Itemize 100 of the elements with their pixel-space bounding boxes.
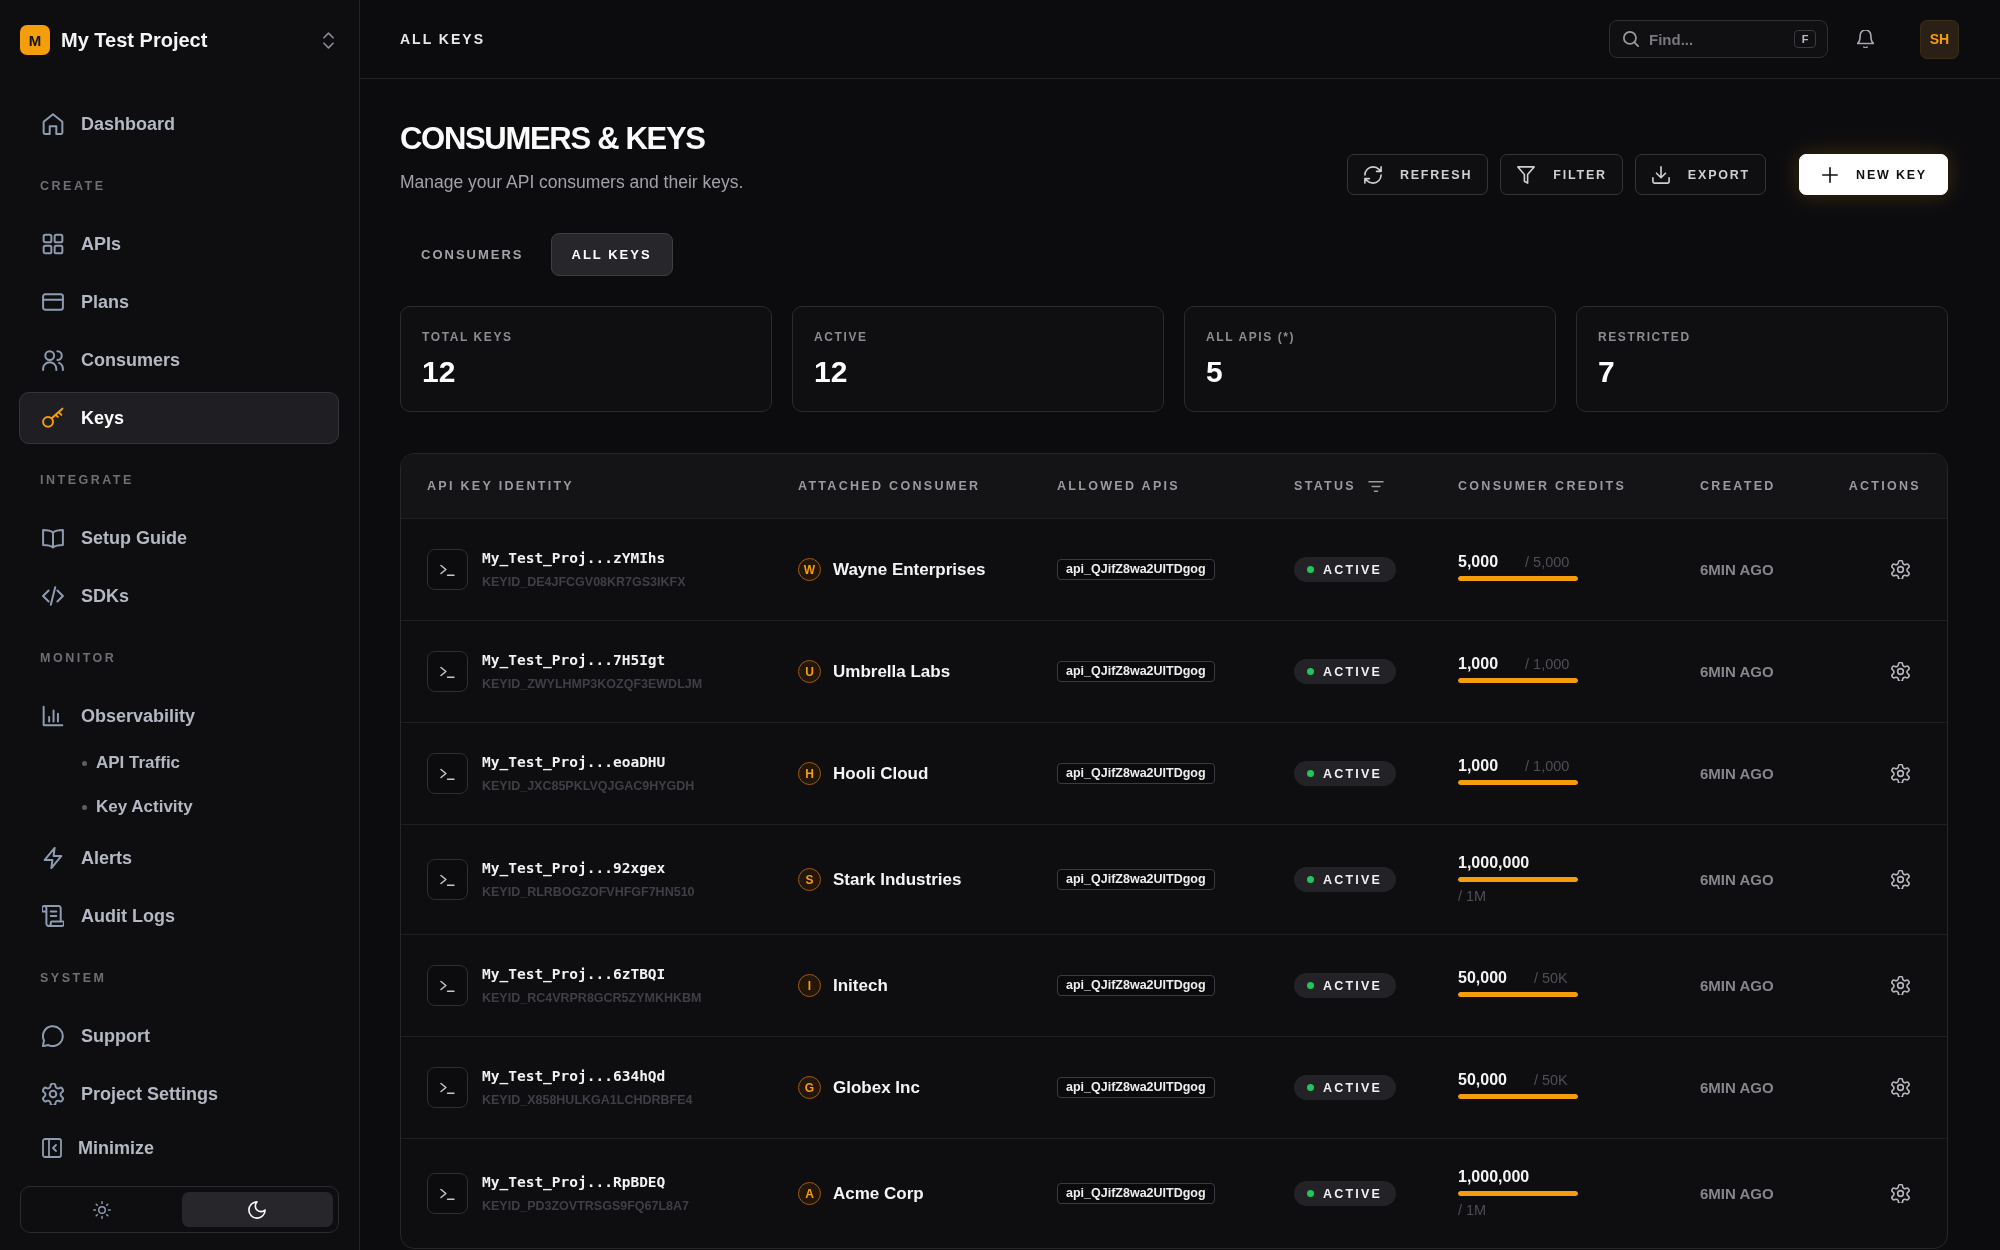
status-dot-icon [1307, 982, 1314, 989]
status-dot-icon [1307, 876, 1314, 883]
nav-item[interactable]: Setup Guide [19, 512, 339, 564]
consumer-avatar: U [798, 660, 821, 683]
section-heading: MONITOR [40, 650, 117, 666]
theme-option[interactable] [181, 1192, 333, 1227]
settings-icon[interactable] [1891, 870, 1910, 889]
shortcut-key: F [1794, 30, 1816, 48]
tab[interactable]: ALL KEYS [550, 233, 673, 276]
nav-item[interactable]: Project Settings [19, 1068, 339, 1120]
plus-icon [1821, 165, 1840, 184]
section-heading: INTEGRATE [40, 472, 134, 488]
project-name: My Test Project [61, 28, 208, 52]
lightning-icon [42, 847, 64, 869]
search-icon [1623, 31, 1639, 47]
status-label: ACTIVE [1323, 978, 1383, 993]
stat-value: 12 [422, 354, 457, 390]
bell-icon[interactable] [1857, 30, 1874, 48]
settings-icon[interactable] [1891, 976, 1910, 995]
book-icon [42, 527, 64, 549]
column-header: API KEY IDENTITY [427, 479, 574, 493]
nav-item[interactable]: Consumers [19, 334, 339, 386]
section-heading: SYSTEM [40, 970, 107, 986]
home-icon [42, 113, 64, 135]
tab[interactable]: CONSUMERS [400, 233, 545, 276]
nav-item[interactable]: SDKs [19, 570, 339, 622]
nav-item[interactable]: Dashboard [19, 98, 339, 150]
credit-amount: 50,000 [1458, 969, 1507, 987]
nav-subitem[interactable]: API Traffic [19, 742, 339, 784]
stat-value: 5 [1206, 354, 1224, 390]
credit-limit: / 1M [1458, 1201, 1487, 1219]
refresh-button[interactable]: REFRESH [1346, 154, 1489, 195]
status-label: ACTIVE [1323, 1080, 1383, 1095]
terminal-icon [427, 651, 468, 692]
column-header: CREATED [1700, 479, 1776, 493]
column-header: ALLOWED APIS [1057, 479, 1180, 493]
status-dot-icon [1307, 566, 1314, 573]
api-tag: api_QJifZ8wa2UITDgog [1057, 661, 1215, 682]
key-name: My_Test_Proj...7H5Igt [482, 651, 667, 670]
code-icon [42, 585, 64, 607]
scroll-icon [42, 905, 64, 927]
status-label: ACTIVE [1323, 1186, 1383, 1201]
nav-item[interactable]: APIs [19, 218, 339, 270]
stat-value: 7 [1598, 354, 1616, 390]
new-key-button[interactable]: NEW KEY [1799, 154, 1948, 195]
user-avatar-button[interactable]: SH [1920, 19, 1959, 59]
minimize-button[interactable]: Minimize [19, 1128, 339, 1168]
key-name: My_Test_Proj...RpBDEQ [482, 1173, 667, 1192]
key-name: My_Test_Proj...634hQd [482, 1067, 667, 1086]
consumer-name: Umbrella Labs [833, 661, 951, 682]
key-name: My_Test_Proj...zYMIhs [482, 549, 667, 568]
credit-limit: / 50K [1533, 969, 1568, 987]
download-icon [1651, 165, 1670, 184]
credit-limit: / 1M [1458, 887, 1487, 905]
bullet-dot-icon [82, 760, 87, 766]
status-label: ACTIVE [1323, 766, 1383, 781]
created-time: 6MIN AGO [1700, 663, 1774, 680]
nav-item[interactable]: Support [19, 1010, 339, 1062]
created-time: 6MIN AGO [1700, 871, 1774, 888]
created-time: 6MIN AGO [1700, 765, 1774, 782]
column-header: STATUS [1294, 479, 1356, 493]
settings-icon[interactable] [1891, 1184, 1910, 1203]
credit-amount: 1,000 [1458, 655, 1499, 673]
created-time: 6MIN AGO [1700, 977, 1774, 994]
created-time: 6MIN AGO [1700, 1185, 1774, 1202]
nav-item[interactable]: Keys [19, 392, 339, 444]
chevron-up-down-icon[interactable] [323, 31, 334, 49]
consumer-avatar: A [798, 1182, 821, 1205]
grid-icon [42, 233, 64, 255]
nav-subitem[interactable]: Key Activity [19, 786, 339, 828]
consumer-avatar: G [798, 1076, 821, 1099]
nav-item[interactable]: Observability [19, 690, 339, 742]
consumer-avatar: W [798, 558, 821, 581]
settings-icon[interactable] [1891, 1078, 1910, 1097]
moon-icon [248, 1200, 267, 1219]
consumer-avatar: S [798, 868, 821, 891]
nav-item[interactable]: Plans [19, 276, 339, 328]
consumer-avatar: I [798, 974, 821, 997]
filter-button[interactable]: FILTER [1500, 154, 1623, 195]
nav-item[interactable]: Alerts [19, 832, 339, 884]
api-tag: api_QJifZ8wa2UITDgog [1057, 1077, 1215, 1098]
sun-icon [92, 1200, 111, 1219]
page-subtitle: Manage your API consumers and their keys. [400, 171, 744, 194]
export-button[interactable]: EXPORT [1634, 154, 1767, 195]
settings-icon[interactable] [1891, 662, 1910, 681]
column-header: CONSUMER CREDITS [1458, 479, 1627, 493]
consumer-avatar: H [798, 762, 821, 785]
status-dot-icon [1307, 668, 1314, 675]
terminal-icon [427, 549, 468, 590]
status-label: ACTIVE [1323, 872, 1383, 887]
nav-item[interactable]: Audit Logs [19, 890, 339, 942]
credit-amount: 1,000,000 [1458, 1168, 1530, 1186]
status-dot-icon [1307, 1190, 1314, 1197]
stat-value: 12 [814, 354, 849, 390]
funnel-icon [1517, 165, 1536, 184]
settings-icon[interactable] [1891, 764, 1910, 783]
section-heading: CREATE [40, 178, 106, 194]
settings-icon[interactable] [1891, 560, 1910, 579]
filter-icon[interactable] [1367, 480, 1384, 492]
key-name: My_Test_Proj...92xgex [482, 859, 667, 878]
